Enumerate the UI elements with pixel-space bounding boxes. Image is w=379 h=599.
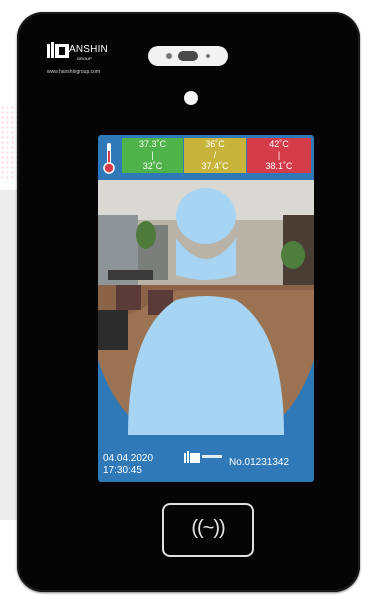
threshold-alarm: 42˚C | 38.1˚C	[247, 138, 311, 173]
sensor-bar	[148, 46, 228, 66]
device-serial: No.01231342	[229, 457, 290, 468]
nfc-icon: ((~))	[191, 517, 225, 539]
threshold-warning: 36˚C / 37.4˚C	[184, 138, 246, 173]
brand-url: www.hanshingroup.com	[47, 69, 101, 75]
threshold-warning-mid: /	[213, 150, 217, 160]
threshold-normal-top: 37.3˚C	[138, 139, 166, 149]
thermometer-icon	[103, 143, 115, 174]
sensor-dot-right	[206, 54, 210, 58]
camera-icon	[178, 51, 198, 61]
screen-time: 17:30:45	[103, 465, 142, 476]
brand-logo: ANSHIN GROUP www.hanshingroup.com	[47, 42, 147, 82]
brand-logo-icon	[184, 451, 222, 463]
display-screen: 37.3˚C | 32˚C 36˚C / 37.4˚C 42˚C | 38.1˚…	[98, 135, 314, 482]
threshold-alarm-mid: |	[277, 150, 281, 160]
sensor-dot-left	[166, 53, 172, 59]
threshold-warning-top: 36˚C	[205, 139, 225, 149]
threshold-warning-bottom: 37.4˚C	[201, 161, 229, 171]
brand-logo-icon	[47, 42, 69, 58]
threshold-normal-mid: |	[151, 150, 154, 160]
screen-date: 04.04.2020	[103, 453, 154, 464]
brand-sub: GROUP	[77, 56, 92, 61]
brand-name: ANSHIN	[69, 44, 108, 55]
threshold-normal: 37.3˚C | 32˚C	[122, 138, 183, 173]
threshold-alarm-bottom: 38.1˚C	[265, 161, 293, 171]
threshold-normal-bottom: 32˚C	[142, 161, 163, 171]
nfc-reader[interactable]: ((~))	[162, 503, 254, 557]
threshold-alarm-top: 42˚C	[269, 139, 289, 149]
camera-feed	[98, 180, 314, 435]
ir-sensor	[184, 91, 198, 105]
